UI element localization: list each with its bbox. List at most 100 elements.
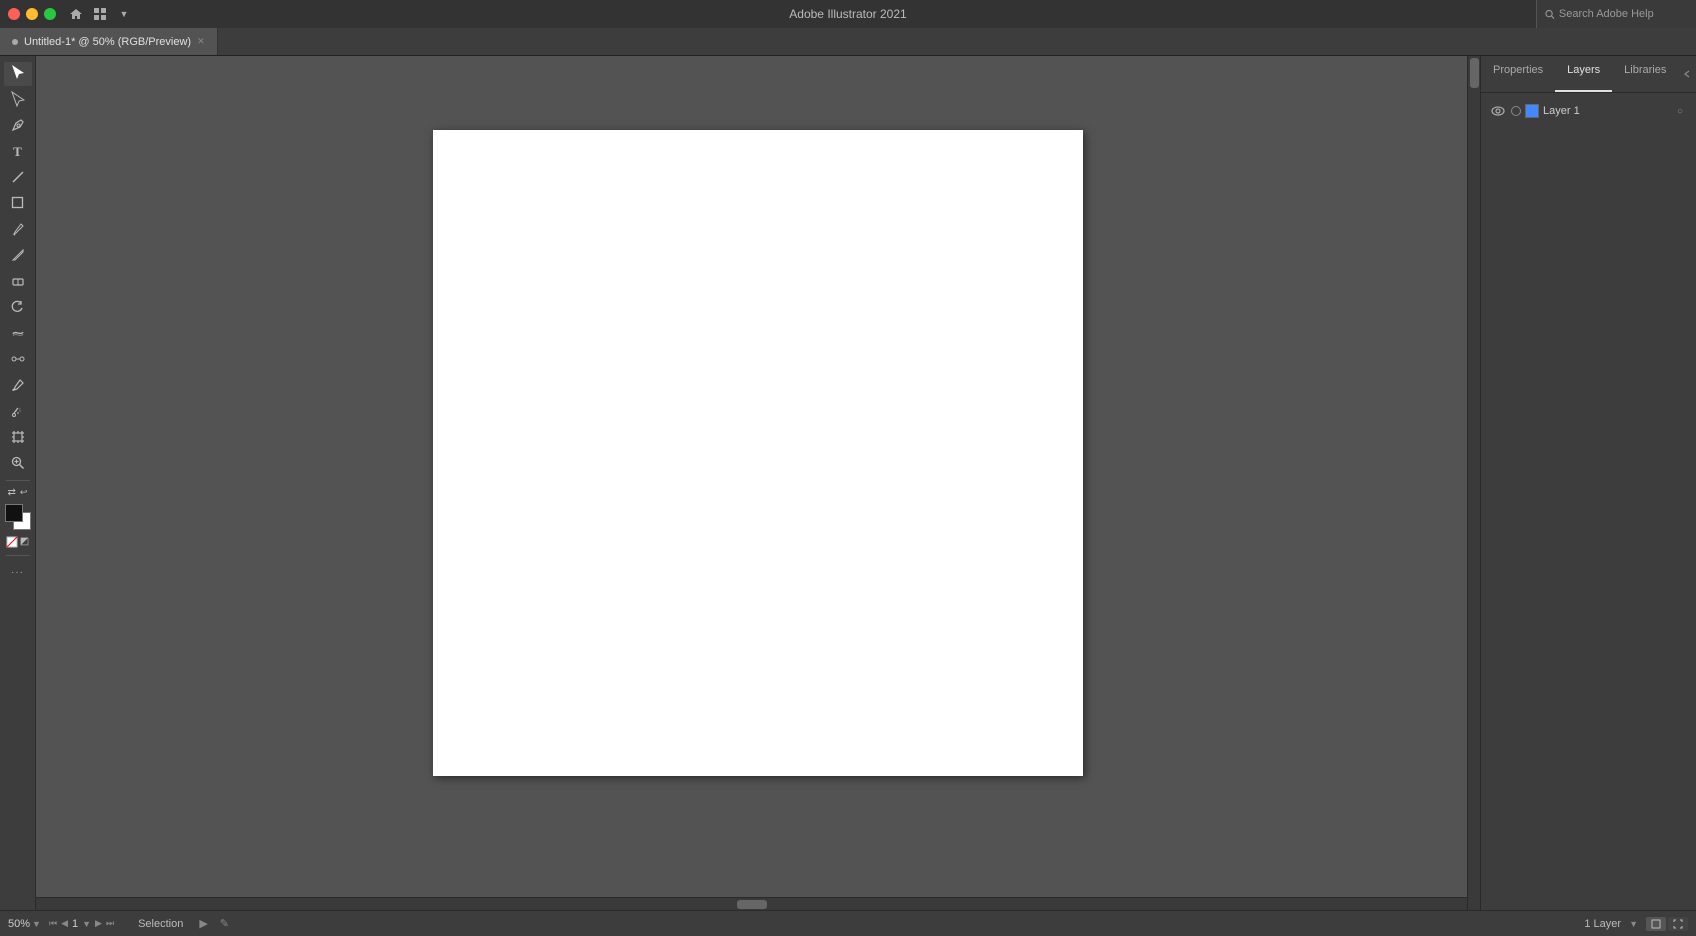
artboard-icon [11,430,25,447]
next-last-page-icon[interactable]: ⏭ [106,918,114,929]
panel-tabs: Properties Layers Libraries [1481,56,1696,93]
blend-icon [11,352,25,369]
app-title: Adobe Illustrator 2021 [789,7,906,21]
zoom-value: 50% [8,918,30,930]
prev-page-icon[interactable]: ◀ [61,918,68,929]
layer-color-swatch [1525,104,1539,118]
tool-selection[interactable] [4,62,32,86]
swap-controls: ⇄ ↩ [8,485,28,500]
tool-pen[interactable] [4,114,32,138]
search-help-area [1536,0,1696,28]
page-dropdown-icon[interactable]: ▼ [82,919,91,929]
vertical-scrollbar[interactable] [1467,56,1480,910]
horizontal-scrollbar-thumb[interactable] [737,900,767,909]
horizontal-scrollbar[interactable] [36,897,1467,910]
artboard [433,130,1083,776]
rectangle-icon [11,196,24,212]
toolbar-separator-1 [6,480,30,481]
right-panel: Properties Layers Libraries [1480,56,1696,910]
tool-more[interactable]: ··· [4,560,32,584]
tool-warp[interactable] [4,322,32,346]
none-color-icon[interactable] [6,536,18,551]
statusbar: 50% ▼ ⏮ ◀ 1 ▼ ▶ ⏭ Selection ▶ ✎ 1 Layer … [0,910,1696,936]
tool-text[interactable]: T [4,140,32,164]
zoom-dropdown-icon[interactable]: ▼ [32,919,41,929]
tab-libraries[interactable]: Libraries [1612,56,1678,92]
gradient-icon[interactable]: ◩ [20,536,29,551]
swap-icon[interactable]: ⇄ [8,487,16,498]
normal-view-button[interactable] [1646,917,1666,931]
layers-dropdown-icon[interactable]: ▼ [1629,919,1638,929]
main-layout: T [0,56,1696,910]
default-colors-icon[interactable]: ↩ [20,487,28,498]
fill-color[interactable] [5,504,23,522]
edit-artboards-icon[interactable]: ✎ [220,917,229,930]
tab-properties[interactable]: Properties [1481,56,1555,92]
paintbrush-icon [11,222,25,239]
tool-rectangle[interactable] [4,192,32,216]
layer-target-indicator [1511,106,1521,116]
zoom-control[interactable]: 50% ▼ [8,918,41,930]
panel-collapse-button[interactable] [1678,56,1696,92]
maximize-button[interactable] [44,8,56,20]
canvas-area [36,56,1480,910]
play-button[interactable]: ▶ [199,917,207,930]
prev-first-page-icon[interactable]: ⏮ [49,918,57,929]
presentation-view-button[interactable] [1668,917,1688,931]
window-controls: ▼ [68,6,132,22]
layer-row[interactable]: Layer 1 ○ [1481,97,1696,125]
tool-line[interactable] [4,166,32,190]
grid-icon [1651,919,1661,929]
layer-name: Layer 1 [1543,105,1668,117]
dropdown-icon[interactable]: ▼ [116,6,132,22]
selection-icon [11,64,25,84]
tab-close-button[interactable]: ✕ [197,36,205,47]
tab-modified-indicator [12,39,18,45]
text-icon: T [13,144,22,160]
warp-icon [11,326,25,343]
tool-paintbrush[interactable] [4,218,32,242]
tabbar: Untitled-1* @ 50% (RGB/Preview) ✕ [0,28,1696,56]
tab-label: Untitled-1* @ 50% (RGB/Preview) [24,36,191,48]
titlebar: ▼ Adobe Illustrator 2021 [0,0,1696,28]
tab-layers[interactable]: Layers [1555,56,1612,92]
tool-blend[interactable] [4,348,32,372]
next-page-icon[interactable]: ▶ [95,918,102,929]
search-help-input[interactable] [1559,8,1688,20]
eyedropper-icon [11,378,25,395]
tab-untitled-1[interactable]: Untitled-1* @ 50% (RGB/Preview) ✕ [0,28,218,55]
tool-artboard[interactable] [4,426,32,450]
color-pair [5,504,31,530]
layer-options-icon[interactable]: ○ [1672,103,1688,119]
tool-pencil[interactable] [4,244,32,268]
tool-spray[interactable] [4,400,32,424]
direct-selection-icon [11,91,25,110]
layer-visibility-toggle[interactable] [1489,102,1507,120]
color-mode-controls: ◩ [6,536,29,551]
toolbar-separator-2 [6,555,30,556]
layout-icon[interactable] [92,6,108,22]
rotate-icon [11,300,25,317]
tool-direct-selection[interactable] [4,88,32,112]
minimize-button[interactable] [26,8,38,20]
toolbar: T [0,56,36,910]
current-page: 1 [72,918,78,930]
pen-icon [11,118,25,135]
vertical-scrollbar-thumb[interactable] [1470,58,1479,88]
zoom-icon [11,456,25,473]
pencil-icon [11,248,25,265]
layers-panel: Layer 1 ○ [1481,93,1696,910]
home-icon[interactable] [68,6,84,22]
tool-zoom[interactable] [4,452,32,476]
status-right: 1 Layer ▼ [1584,917,1688,931]
fullscreen-icon [1673,919,1683,929]
line-icon [11,170,25,187]
tool-rotate[interactable] [4,296,32,320]
more-icon: ··· [11,567,24,578]
spray-icon [11,404,25,421]
active-tool-name: Selection [138,918,183,930]
eraser-icon [11,274,25,291]
tool-eraser[interactable] [4,270,32,294]
close-button[interactable] [8,8,20,20]
tool-eyedropper[interactable] [4,374,32,398]
